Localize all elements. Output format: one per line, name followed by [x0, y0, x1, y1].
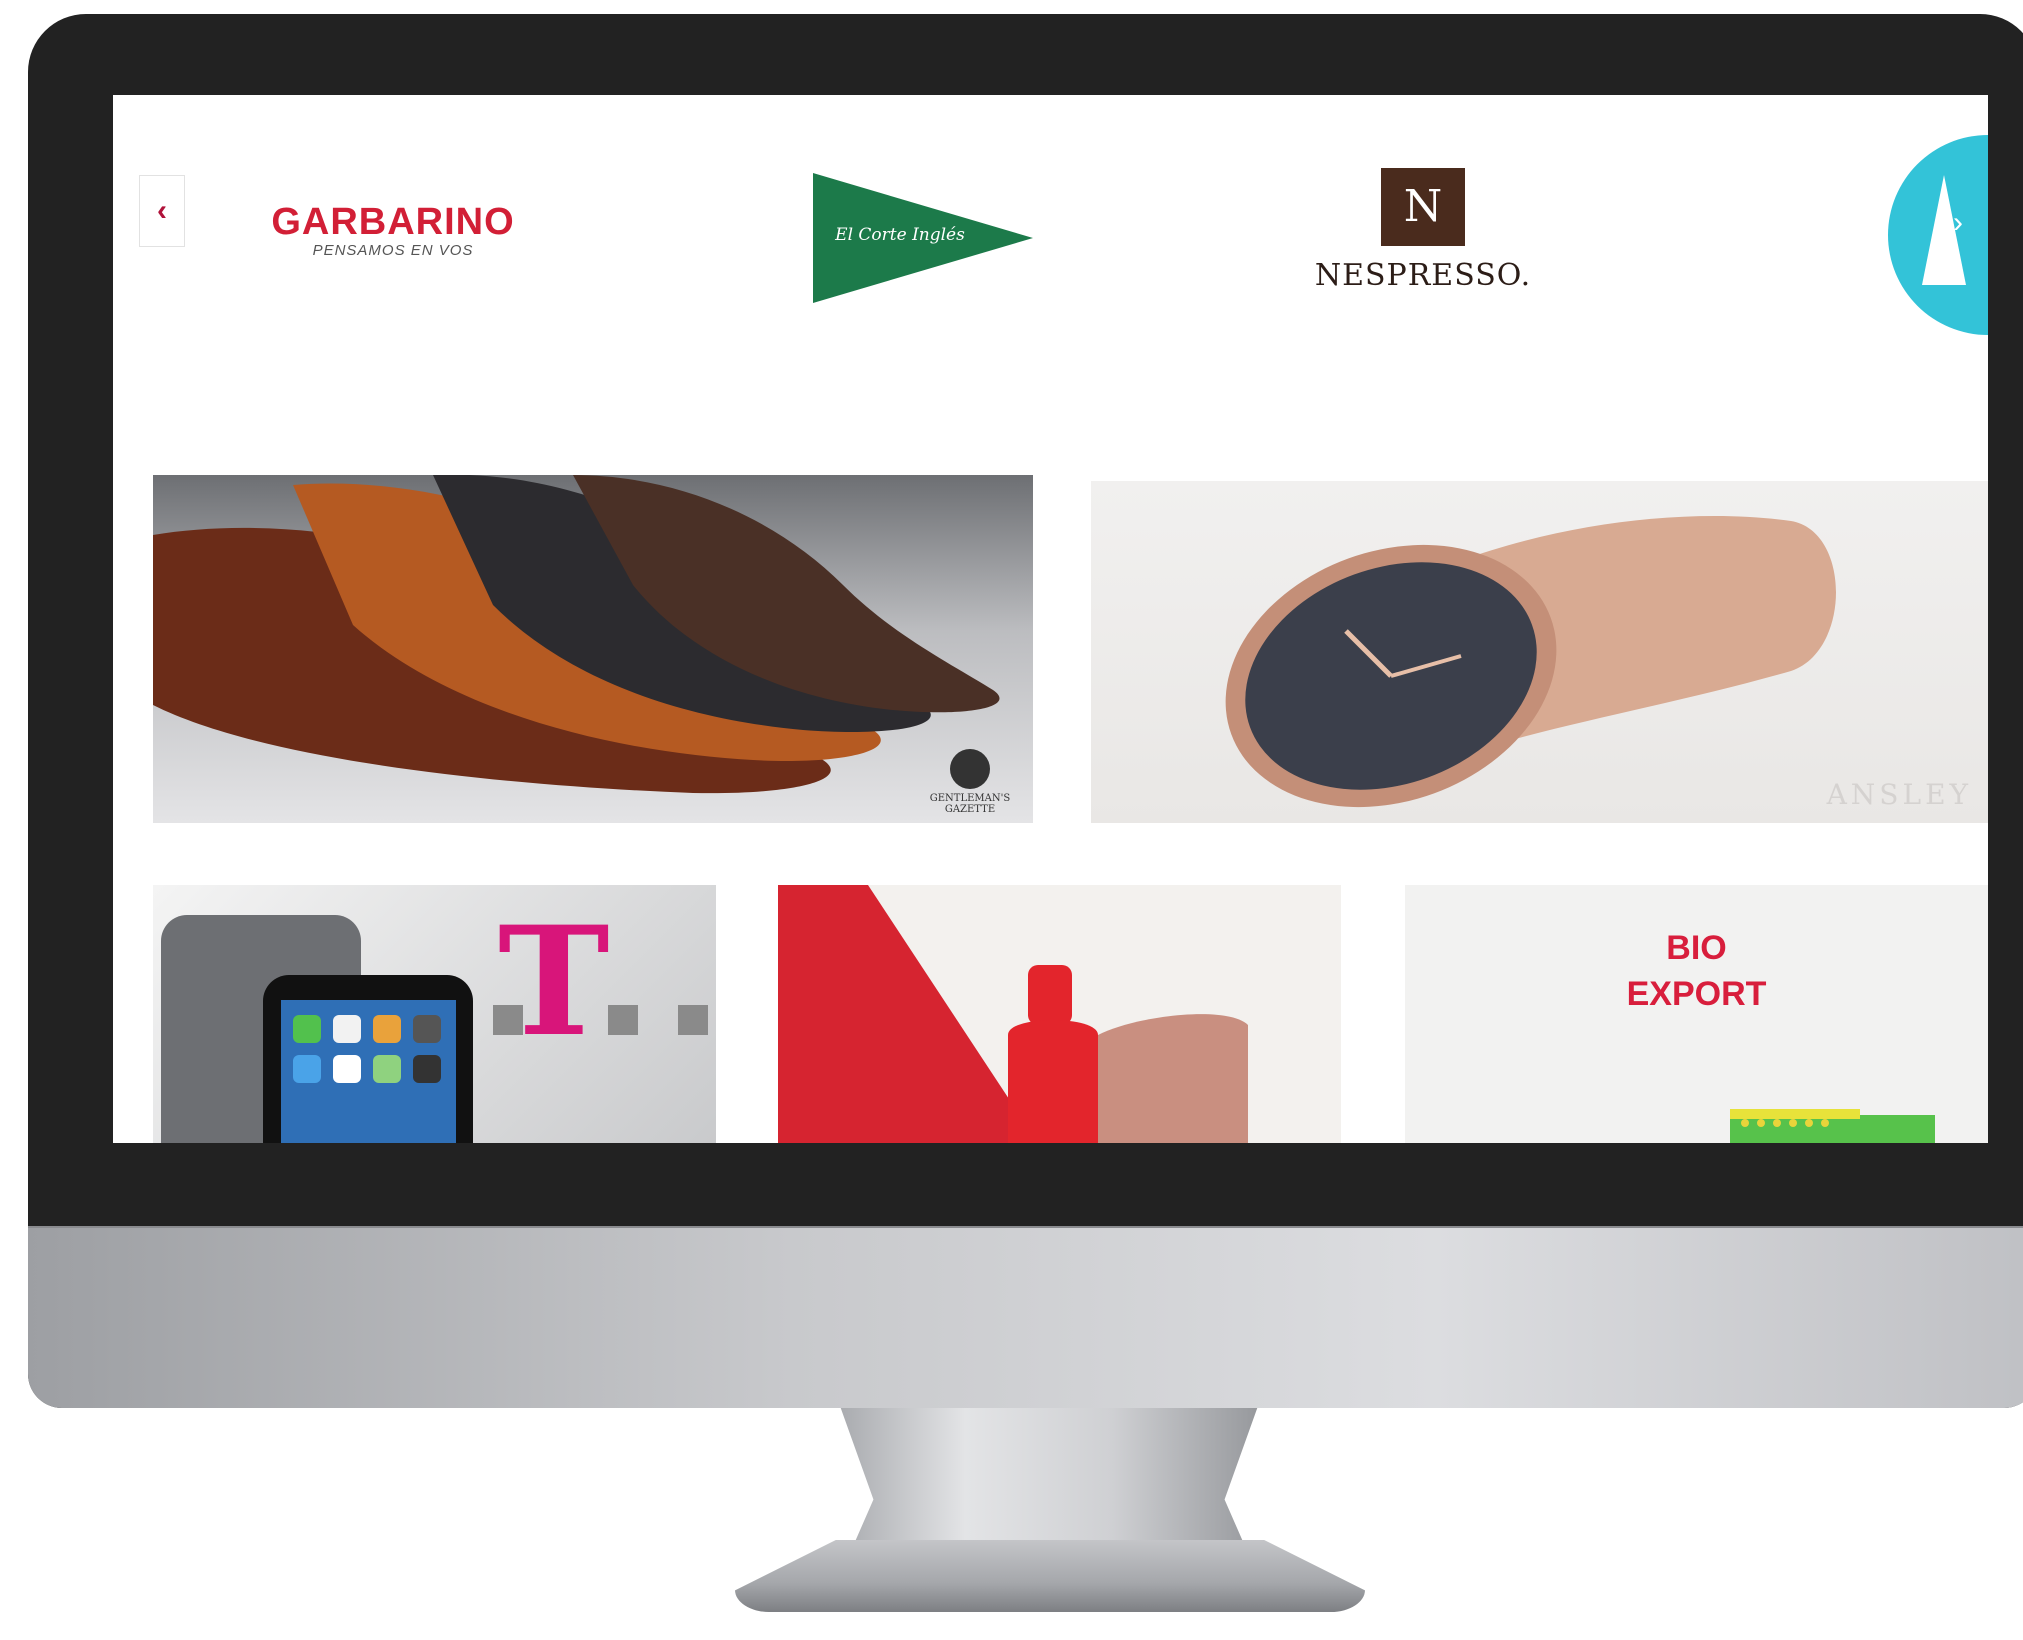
watch-image — [1225, 515, 1836, 808]
brand-carousel: ‹ GARBARINO PENSAMOS EN VOS El Corte Ing… — [113, 95, 1988, 365]
monitor-stand-foot — [735, 1540, 1365, 1612]
screen: ‹ GARBARINO PENSAMOS EN VOS El Corte Ing… — [113, 95, 1988, 1143]
product-tile-phone[interactable]: T — [153, 885, 716, 1143]
telekom-dot — [678, 1005, 708, 1035]
bottle-image — [778, 885, 1248, 1143]
product-tile-bio-export[interactable]: BIO EXPORT — [1405, 885, 1988, 1143]
product-tile-shoes[interactable]: GENTLEMAN'S GAZETTE — [153, 475, 1033, 823]
chevron-right-icon: › — [1953, 206, 1963, 239]
imac-mockup: ‹ GARBARINO PENSAMOS EN VOS El Corte Ing… — [0, 0, 2023, 1640]
watermark-text: GENTLEMAN'S GAZETTE — [929, 793, 1011, 815]
monitor-bezel: ‹ GARBARINO PENSAMOS EN VOS El Corte Ing… — [28, 14, 2023, 1408]
product-tile-watch[interactable]: ANSLEY — [1091, 481, 1988, 823]
monitor-chin — [28, 1226, 2023, 1408]
brand-logo-nespresso[interactable]: N NESPRESSO. — [1293, 155, 1553, 305]
brand-logo-garbarino[interactable]: GARBARINO PENSAMOS EN VOS — [263, 195, 523, 265]
product-tile-bottle[interactable] — [778, 885, 1341, 1143]
brand-name: NESPRESSO. — [1314, 257, 1532, 293]
brand-name: GARBARINO — [271, 200, 515, 243]
brand-tagline: PENSAMOS EN VOS — [312, 241, 474, 259]
telekom-dot — [608, 1005, 638, 1035]
gentlemans-gazette-watermark: GENTLEMAN'S GAZETTE — [915, 749, 1025, 815]
brand-name: El Corte Inglés — [835, 225, 965, 245]
bio-export-label: BIO EXPORT — [1626, 929, 1767, 1013]
carousel-prev-button[interactable]: ‹ — [139, 175, 185, 247]
shoes-image — [153, 475, 1000, 794]
gazette-logo-icon — [950, 749, 990, 789]
brand-logo-el-corte-ingles[interactable]: El Corte Inglés — [803, 163, 1043, 313]
nespresso-monogram: N — [1381, 167, 1465, 246]
ansley-watermark: ANSLEY — [1826, 778, 1972, 811]
chevron-left-icon: ‹ — [157, 194, 167, 227]
telekom-dot — [493, 1005, 523, 1035]
carousel-next-button[interactable]: › — [1938, 195, 1978, 251]
